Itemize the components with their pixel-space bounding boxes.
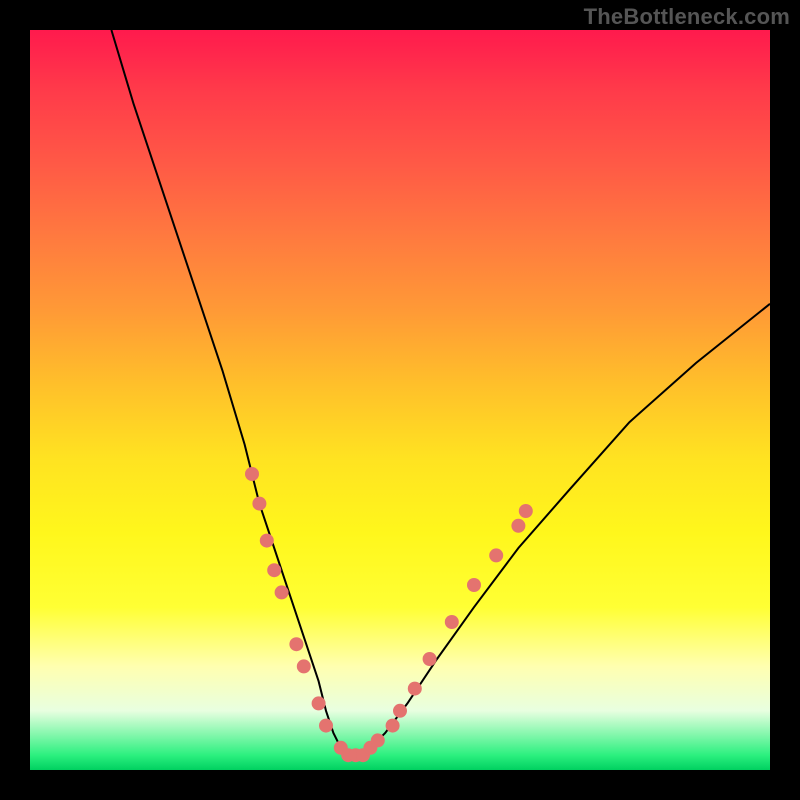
marker-group	[245, 467, 533, 762]
plot-area	[30, 30, 770, 770]
curve-marker	[312, 696, 326, 710]
curve-marker	[393, 704, 407, 718]
curve-marker	[297, 659, 311, 673]
curve-marker	[260, 534, 274, 548]
curve-marker	[319, 719, 333, 733]
curve-marker	[371, 733, 385, 747]
watermark-text: TheBottleneck.com	[584, 4, 790, 30]
curve-marker	[245, 467, 259, 481]
curve-marker	[467, 578, 481, 592]
curve-marker	[252, 497, 266, 511]
curve-marker	[275, 585, 289, 599]
curve-marker	[408, 682, 422, 696]
chart-frame: TheBottleneck.com	[0, 0, 800, 800]
curve-marker	[511, 519, 525, 533]
curve-marker	[423, 652, 437, 666]
curve-marker	[386, 719, 400, 733]
curve-marker	[289, 637, 303, 651]
bottleneck-curve	[111, 30, 770, 755]
curve-marker	[445, 615, 459, 629]
curve-marker	[489, 548, 503, 562]
curve-marker	[519, 504, 533, 518]
curve-svg	[30, 30, 770, 770]
curve-marker	[267, 563, 281, 577]
